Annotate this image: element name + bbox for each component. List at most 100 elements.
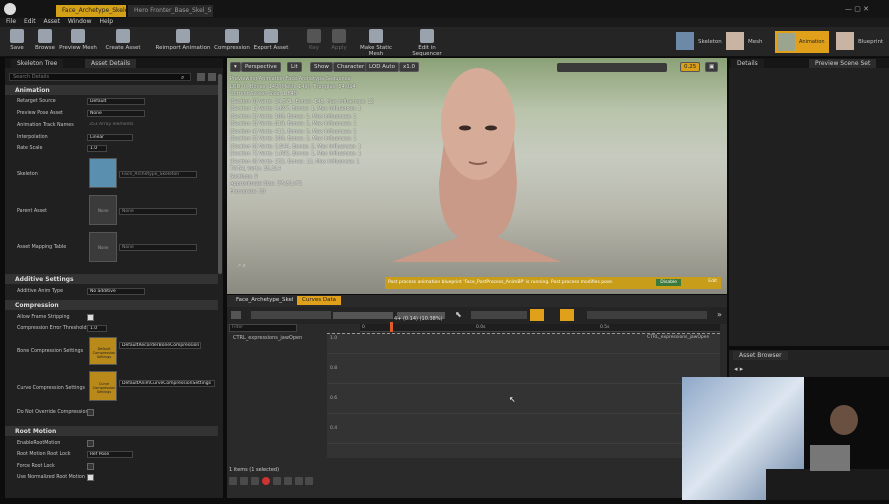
curve-compression-dropdown[interactable]: DefaultAnimCurveCompressionSettings bbox=[119, 380, 215, 387]
section-animation[interactable]: Animation bbox=[5, 85, 218, 95]
tab-skeleton-tree[interactable]: Skeleton Tree bbox=[11, 59, 64, 68]
camera-speed-button[interactable]: 0.25 bbox=[680, 62, 701, 72]
play-button[interactable] bbox=[272, 477, 281, 485]
bone-compression-dropdown[interactable]: DefaultRecorderBoneCompression bbox=[119, 342, 201, 349]
maximize-viewport-button[interactable]: ▣ bbox=[705, 62, 719, 72]
go-to-end-button[interactable] bbox=[294, 477, 303, 485]
curve-graph[interactable]: CTRL_expressions_jawOpen ↖ bbox=[327, 333, 720, 458]
lit-button[interactable]: Lit bbox=[287, 62, 302, 72]
menu-edit[interactable]: Edit bbox=[24, 18, 36, 25]
ruler-label: 0.0s bbox=[476, 325, 486, 330]
parent-asset-thumbnail[interactable]: None bbox=[89, 195, 117, 225]
rate-scale-input[interactable]: 1.0 bbox=[87, 145, 107, 152]
curve-filter-input[interactable]: Filter bbox=[229, 324, 297, 332]
menu-help[interactable]: Help bbox=[99, 18, 113, 25]
mode-skeleton[interactable]: Skeleton bbox=[676, 32, 724, 52]
sequencer-icon bbox=[420, 29, 434, 43]
snap-key-button[interactable] bbox=[530, 309, 544, 321]
parent-asset-dropdown[interactable]: None bbox=[119, 208, 197, 215]
step-back-button[interactable] bbox=[239, 477, 248, 485]
menu-file[interactable]: File bbox=[6, 18, 16, 25]
section-compression[interactable]: Compression bbox=[5, 300, 218, 310]
save-button[interactable]: Save bbox=[2, 29, 32, 51]
record-button[interactable] bbox=[261, 477, 270, 485]
mapping-table-dropdown[interactable]: None bbox=[119, 244, 197, 251]
select-tool-icon[interactable]: ⬉ bbox=[455, 310, 462, 319]
enable-root-checkbox[interactable] bbox=[87, 440, 94, 447]
curve-range-field[interactable] bbox=[333, 312, 393, 319]
stat-line: [Section 0] Verts: 24,571, Bones: 145, M… bbox=[230, 98, 375, 105]
play-reverse-button[interactable] bbox=[250, 477, 259, 485]
interpolation-dropdown[interactable]: Linear bbox=[87, 134, 133, 141]
tab-asset-details[interactable]: Asset Details bbox=[85, 59, 137, 68]
tangent-tools[interactable] bbox=[587, 311, 707, 319]
row-error-threshold: Compression Error Threshold 1.0 bbox=[5, 324, 218, 334]
export-asset-button[interactable]: Export Asset bbox=[252, 29, 290, 51]
snap-time-button[interactable] bbox=[560, 309, 574, 321]
curve-view-tools[interactable] bbox=[471, 311, 527, 319]
skeleton-thumbnail[interactable] bbox=[89, 158, 117, 188]
browse-button[interactable]: Browse bbox=[30, 29, 60, 51]
skeleton-dropdown[interactable]: Face_Archetype_Skeleton bbox=[119, 171, 197, 178]
tab-preview-scene-settings[interactable]: Preview Scene Set bbox=[809, 59, 877, 68]
tab-curves-data[interactable]: Curves Data bbox=[297, 296, 341, 305]
force-lock-checkbox[interactable] bbox=[87, 463, 94, 470]
apply-button[interactable]: Apply bbox=[327, 29, 351, 51]
settings-icon[interactable] bbox=[208, 73, 216, 81]
create-asset-button[interactable]: Create Asset bbox=[103, 29, 143, 51]
show-button[interactable]: Show bbox=[310, 62, 333, 72]
mode-animation[interactable]: Animation bbox=[775, 31, 829, 53]
details-scrollbar[interactable] bbox=[218, 74, 222, 274]
preview-pose-dropdown[interactable]: None bbox=[87, 110, 145, 117]
go-to-start-button[interactable] bbox=[229, 477, 237, 485]
mapping-table-thumb-label: None bbox=[98, 245, 109, 250]
retarget-source-dropdown[interactable]: Default bbox=[87, 98, 145, 105]
menu-asset[interactable]: Asset bbox=[44, 18, 60, 25]
create-asset-icon bbox=[116, 29, 130, 43]
reimport-animation-button[interactable]: Reimport Animation bbox=[155, 29, 211, 51]
root-lock-dropdown[interactable]: Ref Pose bbox=[87, 451, 133, 458]
additive-type-dropdown[interactable]: No additive bbox=[87, 288, 145, 295]
details-search-input[interactable]: Search Details bbox=[9, 73, 191, 81]
view-options-icon[interactable] bbox=[197, 73, 205, 81]
section-additive[interactable]: Additive Settings bbox=[5, 274, 218, 284]
mode-blueprint[interactable]: Blueprint bbox=[836, 32, 886, 52]
curve-tools[interactable] bbox=[251, 311, 331, 319]
y-tick-label: 0.6 bbox=[330, 396, 338, 401]
viewport-menu-button[interactable]: ▾ bbox=[230, 62, 241, 72]
tab-details[interactable]: Details bbox=[731, 59, 764, 68]
error-threshold-input[interactable]: 1.0 bbox=[87, 325, 107, 332]
enable-root-label: EnableRootMotion bbox=[17, 441, 61, 446]
no-override-checkbox[interactable] bbox=[87, 409, 94, 416]
playhead-marker[interactable] bbox=[390, 322, 393, 332]
timeline-ruler[interactable]: 0 0.0s 0.5s 4+ (0.14) (10.38%) bbox=[360, 316, 720, 332]
disable-postprocess-button[interactable]: Disable bbox=[656, 279, 681, 286]
perspective-button[interactable]: Perspective bbox=[241, 62, 281, 72]
menu-window[interactable]: Window bbox=[68, 18, 92, 25]
tab-hero-fronter[interactable]: Hero Fronter_Base_Skel_S bbox=[128, 5, 213, 17]
key-button[interactable]: Key bbox=[302, 29, 326, 51]
browser-back-icon[interactable]: ◂ ▸ bbox=[734, 365, 743, 373]
preview-viewport[interactable]: ▾ Perspective Lit Show Character LOD Aut… bbox=[227, 58, 727, 294]
tab-face-archetype[interactable]: Face_Archetype_Skeleton bbox=[56, 5, 126, 17]
preview-mesh-button[interactable]: Preview Mesh bbox=[58, 29, 98, 51]
tab-asset-browser[interactable]: Asset Browser bbox=[733, 351, 788, 360]
window-controls[interactable]: — ▢ ✕ bbox=[845, 5, 869, 13]
curve-track-item[interactable]: CTRL_expressions_jawOpen bbox=[233, 335, 302, 341]
edit-in-sequencer-button[interactable]: Edit in Sequencer bbox=[403, 29, 451, 57]
curve-filter-icon[interactable] bbox=[231, 311, 241, 319]
step-forward-button[interactable] bbox=[283, 477, 292, 485]
allow-stripping-checkbox[interactable] bbox=[87, 314, 94, 321]
loop-button[interactable] bbox=[305, 477, 314, 485]
expand-icon[interactable]: » bbox=[717, 310, 722, 319]
section-root-motion[interactable]: Root Motion bbox=[5, 426, 218, 436]
skeleton-mode-icon bbox=[676, 32, 694, 50]
tab-face-archetype-skel[interactable]: Face_Archetype_Skel bbox=[231, 296, 299, 305]
character-button[interactable]: Character bbox=[333, 62, 369, 72]
make-static-mesh-button[interactable]: Make Static Mesh bbox=[352, 29, 400, 57]
compression-button[interactable]: Compression bbox=[213, 29, 251, 51]
mapping-table-thumbnail[interactable]: None bbox=[89, 232, 117, 262]
edit-postprocess-button[interactable]: Edit bbox=[708, 279, 717, 284]
mode-mesh[interactable]: Mesh bbox=[726, 32, 772, 52]
normalized-root-checkbox[interactable] bbox=[87, 474, 94, 481]
